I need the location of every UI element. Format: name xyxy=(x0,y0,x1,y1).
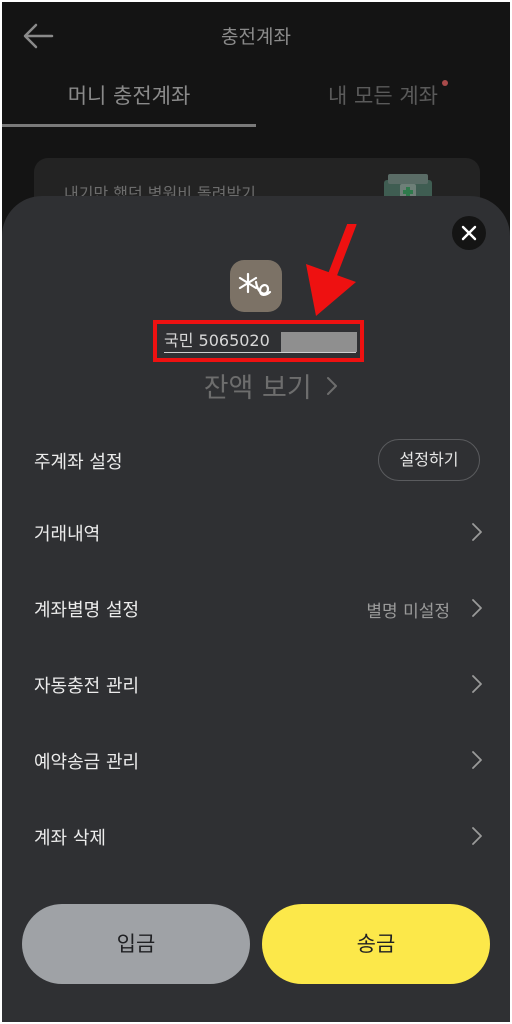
menu-row-scheduled-transfer[interactable]: 예약송금 관리 xyxy=(2,728,510,794)
chevron-right-icon xyxy=(472,599,482,617)
kb-star-logo-icon xyxy=(238,272,272,296)
set-main-account-button[interactable]: 설정하기 xyxy=(378,439,480,481)
tab-bar: 머니 충전계좌 내 모든 계좌 xyxy=(2,68,510,128)
view-balance-label: 잔액 보기 xyxy=(203,373,312,404)
menu-row-auto-charge[interactable]: 자동충전 관리 xyxy=(2,652,510,718)
screen: 충전계좌 머니 충전계좌 내 모든 계좌 내기만 했던 병원비 돌려받기 국민 … xyxy=(2,2,510,1022)
account-detail-sheet: 국민 5065020 잔액 보기 주계좌 설정 설정하기 거래내역 계좌별명 설… xyxy=(2,196,510,1022)
nickname-value: 별명 미설정 xyxy=(366,602,450,622)
account-number[interactable]: 국민 5065020 xyxy=(164,331,357,353)
close-button[interactable] xyxy=(452,216,486,250)
page-title: 충전계좌 xyxy=(221,26,291,48)
menu-row-transactions[interactable]: 거래내역 xyxy=(2,500,510,566)
menu-label: 계좌 삭제 xyxy=(34,828,106,849)
tab-money-charge-account[interactable]: 머니 충전계좌 xyxy=(2,80,256,110)
notification-dot xyxy=(442,80,448,86)
menu-label: 계좌별명 설정 xyxy=(34,600,140,621)
annotation-arrow-icon xyxy=(306,224,357,316)
account-highlight-box: 국민 5065020 xyxy=(153,320,364,362)
bank-logo xyxy=(230,260,282,312)
top-bar: 충전계좌 xyxy=(2,2,510,68)
menu-label: 예약송금 관리 xyxy=(34,752,140,773)
menu-row-nickname[interactable]: 계좌별명 설정 별명 미설정 xyxy=(2,576,510,642)
chevron-right-icon xyxy=(472,751,482,769)
masked-digits xyxy=(281,332,357,352)
chevron-right-icon xyxy=(472,675,482,693)
account-number-text: 국민 5065020 xyxy=(164,331,270,350)
close-icon xyxy=(461,225,477,241)
menu-row-main-account: 주계좌 설정 설정하기 xyxy=(2,428,510,494)
menu-label: 자동충전 관리 xyxy=(34,676,140,697)
view-balance-link[interactable]: 잔액 보기 xyxy=(2,366,510,405)
menu-row-delete-account[interactable]: 계좌 삭제 xyxy=(2,804,510,870)
tab-all-accounts[interactable]: 내 모든 계좌 xyxy=(256,80,510,110)
chevron-right-icon xyxy=(472,523,482,541)
transfer-button[interactable]: 송금 xyxy=(262,904,490,984)
menu-label: 거래내역 xyxy=(34,524,101,545)
active-tab-indicator xyxy=(2,124,256,127)
menu-label: 주계좌 설정 xyxy=(34,452,123,473)
deposit-button[interactable]: 입금 xyxy=(22,904,250,984)
chevron-right-icon xyxy=(472,827,482,845)
chevron-right-icon xyxy=(327,376,338,395)
